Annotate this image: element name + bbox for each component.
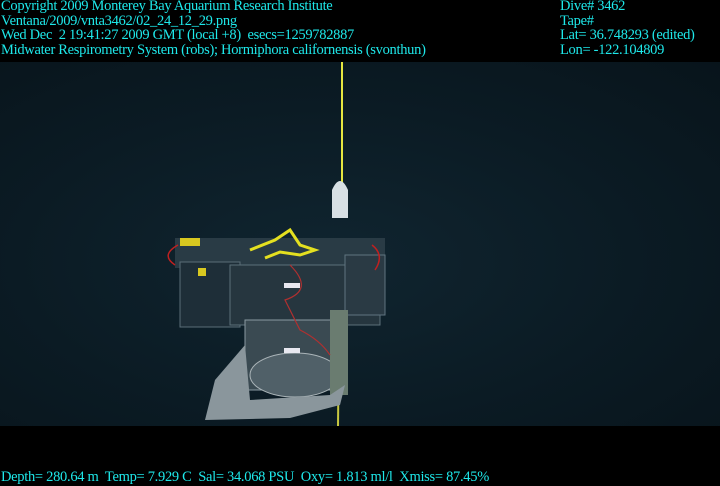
video-frame: Copyright 2009 Monterey Bay Aquarium Res… — [0, 0, 720, 486]
sensor-text: Depth= 280.64 m Temp= 7.929 C Sal= 34.06… — [1, 469, 489, 485]
datetime-text: Wed Dec 2 19:41:27 2009 GMT (local +8) e… — [1, 27, 355, 43]
label-tag — [284, 348, 300, 353]
description-text: Midwater Respirometry System (robs); Hor… — [1, 41, 426, 58]
label-tag — [284, 283, 300, 288]
yellow-clamp — [198, 268, 206, 276]
float-buoy — [332, 181, 348, 218]
file-path-text: Ventana/2009/vnta3462/02_24_12_29.png — [1, 12, 237, 29]
respirometry-instrument — [167, 62, 386, 426]
chamber-right — [344, 254, 386, 316]
underwater-scene — [0, 62, 720, 426]
support-pole — [330, 310, 348, 395]
header-right: Dive# 3462 Tape# Lat= 36.748293 (edited)… — [560, 0, 695, 57]
chamber-bottom — [249, 352, 341, 398]
sensor-readout: Depth= 280.64 m Temp= 7.929 C Sal= 34.06… — [1, 470, 489, 485]
header-left: Copyright 2009 Monterey Bay Aquarium Res… — [1, 0, 426, 57]
footer-band: Depth= 280.64 m Temp= 7.929 C Sal= 34.06… — [0, 426, 720, 486]
longitude-text: Lon= -122.104809 — [560, 41, 665, 58]
dive-text: Dive# 3462 — [560, 0, 626, 14]
yellow-clamp — [180, 238, 200, 246]
copyright-text: Copyright 2009 Monterey Bay Aquarium Res… — [1, 0, 333, 14]
tape-text: Tape# — [560, 12, 594, 29]
header-band: Copyright 2009 Monterey Bay Aquarium Res… — [0, 0, 720, 62]
latitude-text: Lat= 36.748293 (edited) — [560, 27, 695, 43]
